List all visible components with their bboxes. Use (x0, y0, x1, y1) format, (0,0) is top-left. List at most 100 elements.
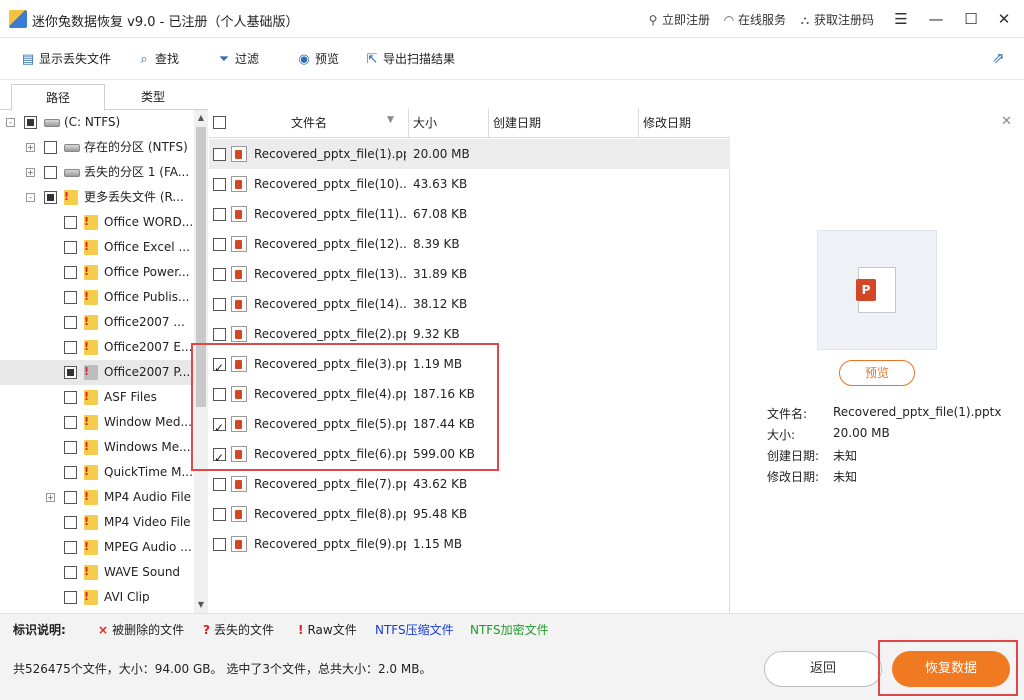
file-checkbox[interactable] (213, 268, 226, 281)
preview-file-button[interactable]: 预览 (839, 360, 915, 386)
column-created[interactable]: 创建日期 (489, 108, 639, 138)
scroll-down-icon[interactable]: ▼ (194, 597, 208, 613)
file-row[interactable]: Recovered_pptx_file(8).pptx 95.48 KB (209, 499, 730, 529)
file-checkbox[interactable] (213, 538, 226, 551)
menu-icon[interactable]: ☰ (887, 6, 915, 32)
tree-item-checkbox[interactable] (64, 541, 77, 554)
filter-button[interactable]: ⏷ 过滤 (216, 50, 259, 67)
collapse-icon[interactable]: - (6, 118, 15, 127)
file-checkbox[interactable] (213, 178, 226, 191)
file-row[interactable]: Recovered_pptx_file(12).... 8.39 KB (209, 229, 730, 259)
find-button[interactable]: ⌕ 查找 (136, 50, 179, 67)
file-checkbox[interactable] (213, 413, 226, 443)
file-row[interactable]: Recovered_pptx_file(13).... 31.89 KB (209, 259, 730, 289)
tree-item[interactable]: Office2007 ... (0, 309, 194, 335)
column-name[interactable]: 文件名 (209, 108, 409, 138)
tree-item-checkbox[interactable] (64, 366, 77, 379)
file-row[interactable]: Recovered_pptx_file(11).... 67.08 KB (209, 199, 730, 229)
tree-item[interactable]: AVI Clip (0, 584, 194, 610)
tree-item-checkbox[interactable] (64, 591, 77, 604)
tree-item[interactable]: MP4 Video File (0, 509, 194, 535)
tree-item-checkbox[interactable] (64, 241, 77, 254)
tree-item[interactable]: + MP4 Audio File (0, 484, 194, 510)
file-checkbox[interactable] (213, 298, 226, 311)
file-row[interactable]: Recovered_pptx_file(4).pptx 187.16 KB (209, 379, 730, 409)
file-checkbox[interactable] (213, 148, 226, 161)
file-checkbox[interactable] (213, 508, 226, 521)
export-scan-button[interactable]: ⇱ 导出扫描结果 (364, 50, 455, 67)
tree-item-checkbox[interactable] (64, 441, 77, 454)
file-row[interactable]: Recovered_pptx_file(7).pptx 43.62 KB (209, 469, 730, 499)
tree-item[interactable]: Office2007 E... (0, 334, 194, 360)
tree-item-checkbox[interactable] (64, 566, 77, 579)
tree-item[interactable]: QuickTime M... (0, 459, 194, 485)
file-row[interactable]: Recovered_pptx_file(14).... 38.12 KB (209, 289, 730, 319)
tree-item[interactable]: ASF Files (0, 384, 194, 410)
tree-item[interactable]: Office Power... (0, 259, 194, 285)
file-checkbox[interactable] (213, 353, 226, 383)
maximize-button[interactable]: ☐ (957, 6, 985, 32)
tree-item-checkbox[interactable] (24, 116, 37, 129)
minimize-button[interactable]: — (922, 6, 950, 32)
tree-item[interactable]: + 丢失的分区 1 (FA... (0, 160, 194, 185)
close-button[interactable]: ✕ (990, 6, 1018, 32)
register-now-link[interactable]: ⚲ 立即注册 (646, 11, 710, 28)
file-checkbox[interactable] (213, 388, 226, 401)
file-checkbox[interactable] (213, 238, 226, 251)
tab-path[interactable]: 路径 (11, 84, 105, 111)
tree-item[interactable]: MPEG Audio ... (0, 534, 194, 560)
tree-item-checkbox[interactable] (64, 266, 77, 279)
tree-item[interactable]: - 更多丢失文件 (R... (0, 184, 194, 210)
tree-item[interactable]: - (C: NTFS) (0, 110, 194, 135)
collapse-icon[interactable]: - (26, 193, 35, 202)
column-modified[interactable]: 修改日期 (639, 108, 730, 138)
file-row[interactable]: Recovered_pptx_file(2).pptx 9.32 KB (209, 319, 730, 349)
tree-item-checkbox[interactable] (64, 491, 77, 504)
tree-item-checkbox[interactable] (44, 166, 57, 179)
file-checkbox[interactable] (213, 208, 226, 221)
column-size[interactable]: 大小 (409, 108, 489, 138)
share-icon[interactable]: ⇗ (992, 49, 1010, 67)
tree-item[interactable]: + 存在的分区 (NTFS) (0, 135, 194, 160)
online-service-link[interactable]: ◠ 在线服务 (722, 11, 786, 28)
tree-item[interactable]: Window Med... (0, 409, 194, 435)
tree-item-checkbox[interactable] (64, 416, 77, 429)
meta-label: 文件名: (767, 407, 808, 421)
preview-button[interactable]: ◉ 预览 (296, 50, 339, 67)
tree-item-checkbox[interactable] (64, 341, 77, 354)
tree-item[interactable]: Office WORD... (0, 209, 194, 235)
show-lost-files-button[interactable]: ▤ 显示丢失文件 (20, 50, 111, 67)
file-row[interactable]: Recovered_pptx_file(3).pptx 1.19 MB (209, 349, 730, 383)
file-row[interactable]: Recovered_pptx_file(5).pptx 187.44 KB (209, 409, 730, 443)
file-checkbox[interactable] (213, 328, 226, 341)
tree-item-checkbox[interactable] (64, 391, 77, 404)
tree-item-checkbox[interactable] (64, 516, 77, 529)
file-row[interactable]: Recovered_pptx_file(10).... 43.63 KB (209, 169, 730, 199)
file-row[interactable]: Recovered_pptx_file(9).pptx 1.15 MB (209, 529, 730, 559)
tree-item[interactable]: Office2007 P... (0, 359, 194, 385)
tree-item-checkbox[interactable] (64, 316, 77, 329)
file-row[interactable]: Recovered_pptx_file(6).pptx 599.00 KB (209, 439, 730, 473)
back-button[interactable]: 返回 (764, 651, 882, 687)
file-row[interactable]: Recovered_pptx_file(1).pptx 20.00 MB (209, 139, 730, 169)
tree-item-checkbox[interactable] (44, 191, 57, 204)
file-checkbox[interactable] (213, 443, 226, 473)
expand-icon[interactable]: + (26, 168, 35, 177)
tree-item-checkbox[interactable] (44, 141, 57, 154)
file-checkbox[interactable] (213, 478, 226, 491)
tree-scroll-thumb[interactable] (196, 127, 206, 407)
tree-item-checkbox[interactable] (64, 291, 77, 304)
tab-type[interactable]: 类型 (106, 84, 200, 111)
close-preview-icon[interactable]: ✕ (1001, 114, 1012, 129)
tree-item[interactable]: Windows Me... (0, 434, 194, 460)
recover-data-button[interactable]: 恢复数据 (892, 651, 1010, 687)
expand-icon[interactable]: + (26, 143, 35, 152)
tree-item[interactable]: WAVE Sound (0, 559, 194, 585)
expand-icon[interactable]: + (46, 493, 55, 502)
scroll-up-icon[interactable]: ▲ (194, 110, 208, 126)
tree-item[interactable]: Office Excel ... (0, 234, 194, 260)
get-code-link[interactable]: ⛬ 获取注册码 (798, 11, 874, 28)
tree-item-checkbox[interactable] (64, 466, 77, 479)
tree-item-checkbox[interactable] (64, 216, 77, 229)
tree-item[interactable]: Office Publis... (0, 284, 194, 310)
